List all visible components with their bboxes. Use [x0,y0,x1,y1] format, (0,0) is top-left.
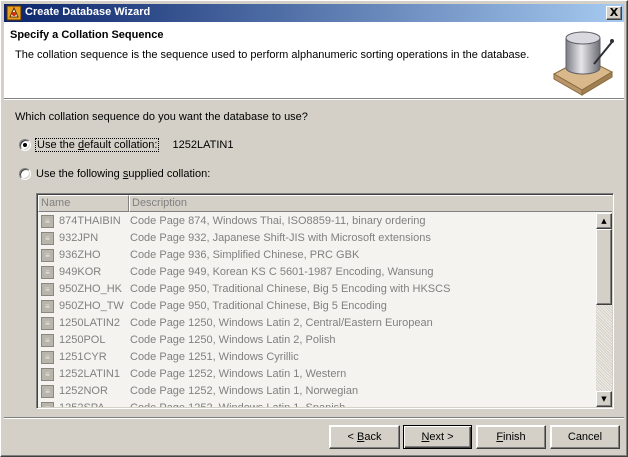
vertical-scrollbar[interactable]: ▲ ▼ [596,213,612,407]
collation-rows: ≡ 874THAIBIN Code Page 874, Windows Thai, … [38,213,596,407]
collation-item-icon: ≡ [41,266,54,279]
collation-name: 1251CYR [59,351,107,363]
collation-name: 1250LATIN2 [59,317,120,329]
list-item[interactable]: ≡ 1252NOR Code Page 1252, Windows Latin 1,… [38,383,596,400]
collation-description: Code Page 874, Windows Thai, ISO8859-11,… [130,215,426,227]
list-item[interactable]: ≡ 950ZHO_HK Code Page 950, Traditional Chi… [38,281,596,298]
label-part: < [347,431,357,443]
cancel-button[interactable]: Cancel [550,425,620,449]
collation-question: Which collation sequence do you want the… [15,111,308,123]
collation-item-icon: ≡ [41,249,54,262]
wizard-window: Create Database Wizard X Specify a Colla… [0,0,628,457]
collation-description: Code Page 1250, Windows Latin 2, Polish [130,334,336,346]
collation-name: 936ZHO [59,249,101,261]
header-separator [4,98,624,100]
list-item[interactable]: ≡ 1252LATIN1 Code Page 1252, Windows Latin… [38,366,596,383]
supplied-collation-label[interactable]: Use the following supplied collation: [36,168,210,180]
default-collation-value: 1252LATIN1 [172,139,234,151]
page-description: The collation sequence is the sequence u… [15,49,530,61]
label-part: inish [503,431,526,443]
collation-name: 1250POL [59,334,106,346]
scroll-down-button[interactable]: ▼ [596,391,612,407]
list-item[interactable]: ≡ 949KOR Code Page 949, Korean KS C 5601-1… [38,264,596,281]
collation-name: 932JPN [59,232,99,244]
list-item[interactable]: ≡ 874THAIBIN Code Page 874, Windows Thai, … [38,213,596,230]
close-icon: X [609,6,619,19]
title-bar[interactable]: Create Database Wizard X [4,4,624,22]
collation-description: Code Page 936, Simplified Chinese, PRC G… [130,249,360,261]
collation-description: Code Page 1250, Windows Latin 2, Central… [130,317,433,329]
window-title: Create Database Wizard [25,6,151,18]
scroll-thumb[interactable] [596,229,612,305]
collation-name: 1252NOR [59,385,108,397]
collation-name: 950ZHO_HK [59,283,122,295]
list-item[interactable]: ≡ 950ZHO_TW Code Page 950, Traditional Chi… [38,298,596,315]
page-title: Specify a Collation Sequence [10,29,164,41]
label-part: upplied collation: [128,168,211,180]
supplied-collation-radio[interactable] [19,168,31,180]
back-button[interactable]: < Back [329,425,400,449]
collation-item-icon: ≡ [41,402,54,407]
collation-description: Code Page 932, Japanese Shift-JIS with M… [130,232,431,244]
collation-item-icon: ≡ [41,317,54,330]
database-wizard-icon [552,31,614,96]
finish-button[interactable]: Finish [476,425,546,449]
collation-name: 874THAIBIN [59,215,121,227]
collation-item-icon: ≡ [41,385,54,398]
collation-item-icon: ≡ [41,283,54,296]
supplied-collation-option[interactable]: Use the following supplied collation: [19,168,210,180]
close-button[interactable]: X [606,6,622,20]
collation-description: Code Page 1251, Windows Cyrillic [130,351,299,363]
collation-item-icon: ≡ [41,334,54,347]
list-item[interactable]: ≡ 1252SPA Code Page 1252, Windows Latin 1,… [38,400,596,407]
collation-name: 1252SPA [59,402,105,407]
label-part: efault collation: [84,139,158,151]
label-part: ext > [429,431,454,443]
wizard-header: Specify a Collation Sequence The collati… [4,22,624,98]
app-icon [6,5,22,21]
column-header-description[interactable]: Description [129,195,612,212]
collation-description: Code Page 1252, Windows Latin 1, Western [130,368,347,380]
default-collation-option[interactable]: Use the default collation: 1252LATIN1 [19,138,234,152]
default-collation-label[interactable]: Use the default collation: [34,138,160,152]
collation-description: Code Page 1252, Windows Latin 1, Norwegi… [130,385,359,397]
collation-list-body: Name Description ≡ 874THAIBIN Code Page 87… [38,195,612,407]
collation-item-icon: ≡ [41,351,54,364]
collation-list[interactable]: Name Description ≡ 874THAIBIN Code Page 87… [36,193,614,409]
arrow-down-icon: ▼ [601,395,607,403]
label-part: ack [364,431,382,443]
collation-name: 949KOR [59,266,102,278]
list-item[interactable]: ≡ 1251CYR Code Page 1251, Windows Cyrillic [38,349,596,366]
next-button[interactable]: Next > [403,425,472,449]
label-part: Use the [37,139,78,151]
collation-description: Code Page 950, Traditional Chinese, Big … [130,283,451,295]
footer-separator [4,417,624,419]
collation-description: Code Page 1252, Windows Latin 1, Spanish [130,402,345,407]
scroll-up-button[interactable]: ▲ [596,213,612,229]
list-item[interactable]: ≡ 1250POL Code Page 1250, Windows Latin 2,… [38,332,596,349]
collation-item-icon: ≡ [41,300,54,313]
label-part: Use the following [36,168,123,180]
collation-description: Code Page 949, Korean KS C 5601-1987 Enc… [130,266,434,278]
collation-item-icon: ≡ [41,232,54,245]
collation-item-icon: ≡ [41,368,54,381]
collation-name: 1252LATIN1 [59,368,120,380]
list-item[interactable]: ≡ 936ZHO Code Page 936, Simplified Chinese… [38,247,596,264]
list-item[interactable]: ≡ 1250LATIN2 Code Page 1250, Windows Latin… [38,315,596,332]
collation-name: 950ZHO_TW [59,300,124,312]
collation-description: Code Page 950, Traditional Chinese, Big … [130,300,387,312]
list-item[interactable]: ≡ 932JPN Code Page 932, Japanese Shift-JIS… [38,230,596,247]
collation-item-icon: ≡ [41,215,54,228]
default-collation-radio[interactable] [19,139,31,151]
column-header-name[interactable]: Name [38,195,129,212]
arrow-up-icon: ▲ [601,217,607,225]
